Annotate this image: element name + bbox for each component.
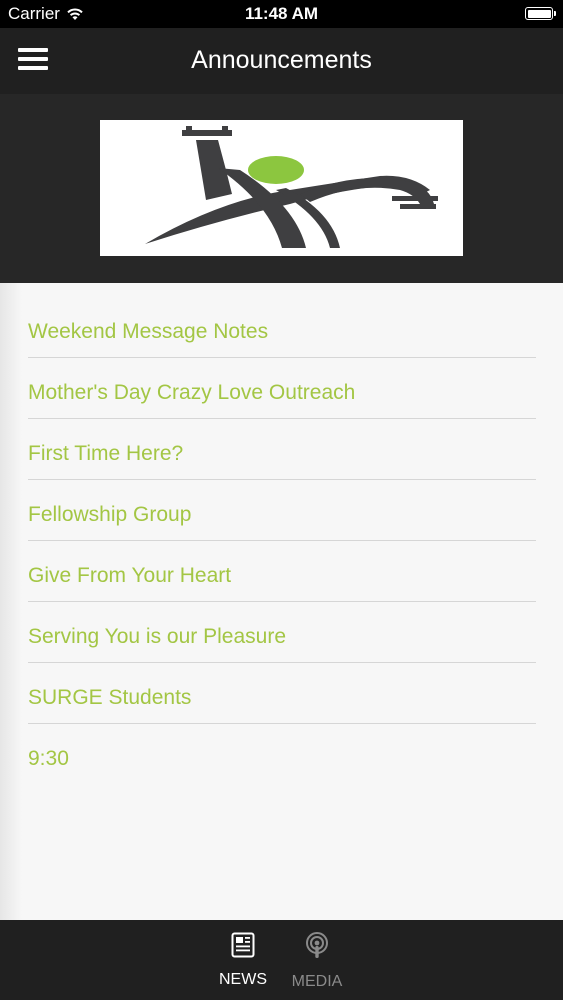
list-item[interactable]: SURGE Students (28, 663, 536, 724)
tab-bar: NEWS MEDIA (0, 920, 563, 1000)
tab-news-label: NEWS (219, 971, 267, 988)
newspaper-icon (231, 932, 255, 958)
list-item[interactable]: Weekend Message Notes (28, 297, 536, 358)
navigation-bar: Announcements (0, 28, 563, 94)
page-title: Announcements (191, 46, 372, 74)
tab-media-label: MEDIA (291, 973, 343, 990)
list-item[interactable]: Serving You is our Pleasure (28, 602, 536, 663)
logo-graphic (145, 126, 438, 248)
announcements-list: Weekend Message Notes Mother's Day Crazy… (0, 283, 563, 920)
list-item[interactable]: Give From Your Heart (28, 541, 536, 602)
status-time: 11:48 AM (244, 4, 319, 23)
list-item[interactable]: Fellowship Group (28, 480, 536, 541)
list-item[interactable]: 9:30 (28, 724, 536, 785)
list-item[interactable]: First Time Here? (28, 419, 536, 480)
tab-news[interactable]: NEWS (208, 932, 278, 989)
battery-icon (525, 7, 556, 20)
church-logo (100, 120, 463, 256)
status-bar: Carrier 11:48 AM (0, 0, 563, 28)
podcast-icon (306, 932, 328, 958)
header-banner (0, 94, 563, 283)
list-item[interactable]: Mother's Day Crazy Love Outreach (28, 358, 536, 419)
tab-media[interactable]: MEDIA (282, 932, 352, 991)
